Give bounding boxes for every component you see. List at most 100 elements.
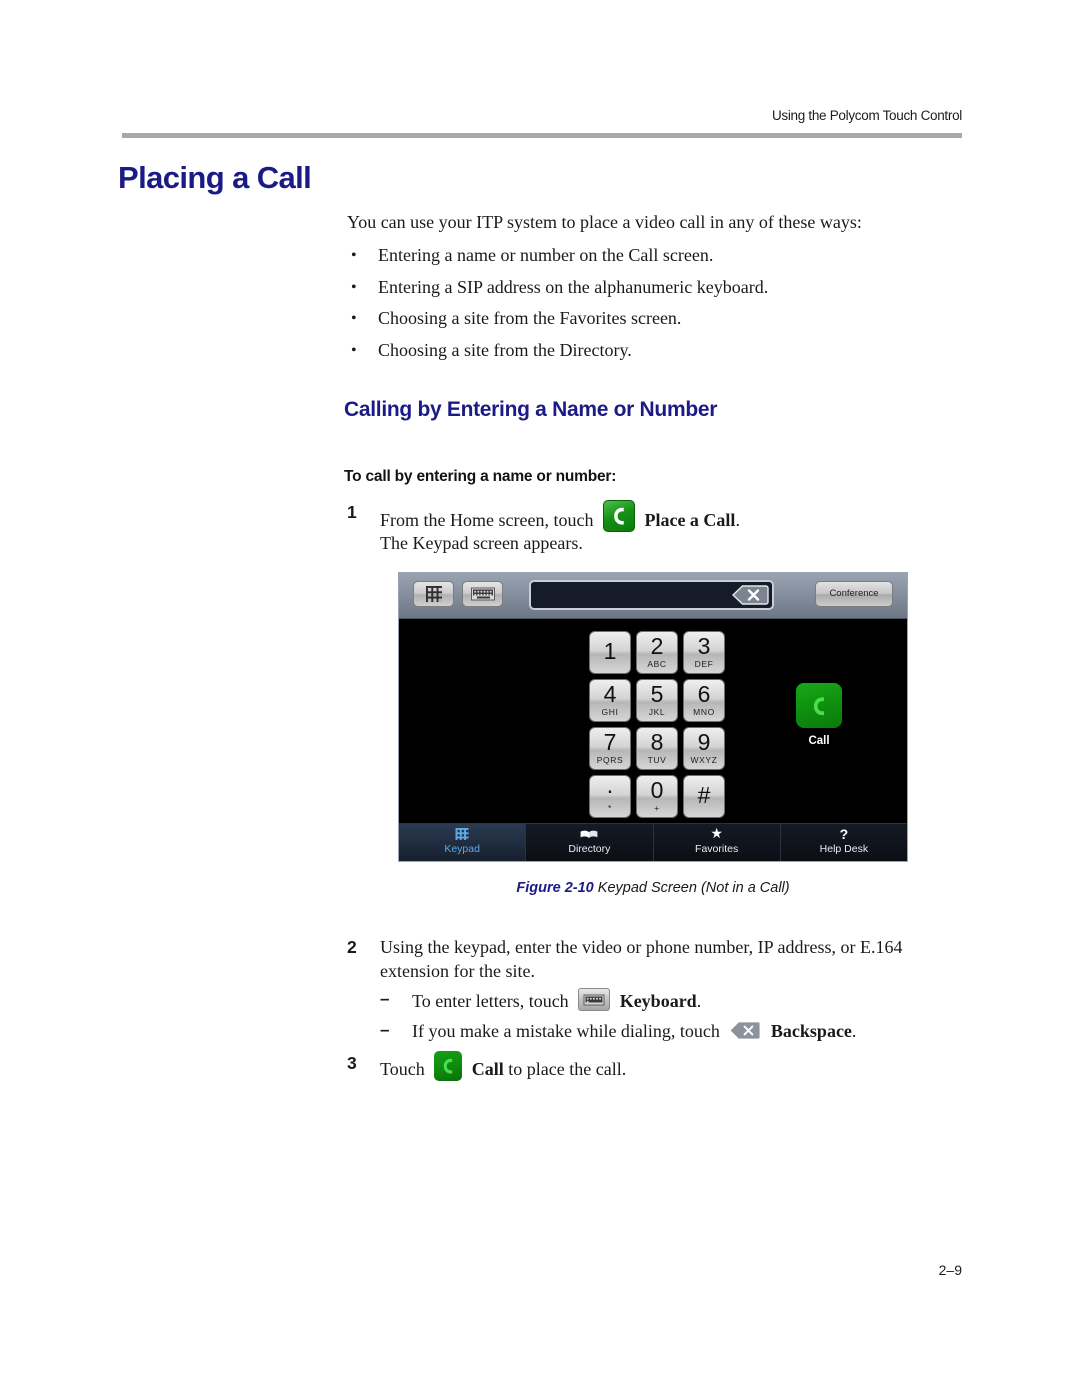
bullet-icon: • [351, 278, 357, 296]
substep-2-text-before: If you make a mistake while dialing, tou… [412, 1021, 720, 1041]
list-item: • Choosing a site from the Favorites scr… [347, 305, 967, 337]
call-button-label: Call [808, 735, 830, 747]
keyboard-glyph [583, 994, 605, 1005]
nav-tab-label: Help Desk [819, 843, 869, 855]
bullet-icon: • [351, 310, 357, 327]
call-methods-list: • Entering a name or number on the Call … [347, 242, 967, 368]
substep-2-icon-label: Backspace [770, 1021, 852, 1041]
step-number: 3 [347, 1053, 357, 1073]
figure-caption: Figure 2-10 Keypad Screen (Not in a Call… [398, 880, 908, 896]
call-icon [434, 1051, 463, 1081]
phone-handset-glyph [443, 1058, 453, 1074]
step-1-result-text: The Keypad screen appears. [380, 533, 583, 553]
substep-2-text-after: . [851, 1021, 857, 1041]
phone-handset-glyph [813, 696, 824, 715]
key-digit: · [606, 777, 614, 803]
substep-1-icon-label: Keyboard [619, 991, 697, 1011]
bullet-icon: • [351, 247, 357, 264]
nav-tab-help-desk[interactable]: ? Help Desk [781, 824, 907, 861]
key-4[interactable]: 4 GHI [589, 679, 631, 722]
keyboard-mode-button[interactable] [462, 581, 503, 607]
nav-icon-wrap: ? [781, 827, 907, 842]
nav-tab-favorites[interactable]: ★ Favorites [654, 824, 781, 861]
dash-marker: – [380, 1020, 390, 1039]
step-3-text-after: to place the call. [508, 1059, 627, 1079]
key-letters: * [608, 803, 612, 813]
keyboard-icon [470, 587, 495, 601]
list-item: • Choosing a site from the Directory. [347, 337, 967, 369]
keypad-row: 7 PQRS 8 TUV 9 WXYZ [589, 727, 725, 770]
figure-number: Figure 2-10 [516, 880, 594, 896]
book-icon [580, 830, 598, 838]
key-letters: TUV [647, 755, 667, 765]
step-1-result: The Keypad screen appears. [380, 531, 1000, 555]
backspace-glyph [729, 1021, 762, 1040]
substep-1-text-after: . [696, 991, 702, 1011]
running-header: Using the Polycom Touch Control [771, 108, 962, 123]
key-9[interactable]: 9 WXYZ [683, 727, 725, 770]
call-action: Call [791, 683, 847, 747]
backspace-button[interactable] [731, 585, 769, 605]
dash-marker: – [380, 989, 390, 1008]
header-rule [122, 133, 962, 138]
key-letters: WXYZ [690, 755, 718, 765]
call-button[interactable] [796, 683, 842, 728]
nav-tab-label: Keypad [444, 843, 480, 855]
step-text: Using the keypad, enter the video or pho… [380, 935, 902, 983]
key-2[interactable]: 2 ABC [636, 631, 678, 674]
keypad-toolbar: Conference [399, 573, 907, 619]
key-star[interactable]: · * [589, 775, 631, 818]
nav-icon-wrap [526, 827, 652, 842]
bottom-navigation-bar: Keypad Directory ★ Favorites ? Help Desk [399, 823, 907, 861]
step-1-text-after: . [735, 510, 740, 530]
key-3[interactable]: 3 DEF [683, 631, 725, 674]
key-digit: 1 [603, 638, 617, 664]
keypad-grid-icon [455, 828, 469, 840]
key-digit: 0 [650, 777, 664, 803]
keypad-row: 1 2 ABC 3 DEF [589, 631, 725, 674]
dial-keypad: 1 2 ABC 3 DEF 4 GHI 5 JKL 6 MNO 7 PQRS 8… [589, 631, 725, 823]
key-digit: 2 [650, 633, 664, 659]
step-2-line-2: extension for the site. [380, 961, 535, 981]
step-1-text-before: From the Home screen, touch [380, 510, 594, 530]
keypad-mode-button[interactable] [413, 581, 454, 607]
substep-1-text-before: To enter letters, touch [412, 991, 569, 1011]
key-7[interactable]: 7 PQRS [589, 727, 631, 770]
list-item-label: Choosing a site from the Directory. [378, 339, 632, 360]
star-icon: ★ [710, 827, 723, 842]
key-digit: # [697, 782, 711, 808]
key-letters: ABC [647, 659, 667, 669]
phone-handset-glyph [614, 507, 624, 525]
key-digit: 7 [603, 729, 617, 755]
key-6[interactable]: 6 MNO [683, 679, 725, 722]
key-letters: GHI [601, 707, 619, 717]
page-title: Placing a Call [118, 160, 312, 195]
step-1-icon-label: Place a Call [644, 510, 736, 530]
key-0[interactable]: 0 + [636, 775, 678, 818]
nav-tab-directory[interactable]: Directory [526, 824, 654, 861]
conference-button[interactable]: Conference [815, 581, 893, 607]
key-1[interactable]: 1 [589, 631, 631, 674]
key-digit: 3 [697, 633, 711, 659]
step-text: Touch Call to place the call. [380, 1051, 626, 1081]
list-item-label: Entering a SIP address on the alphanumer… [378, 276, 769, 297]
nav-tab-keypad[interactable]: Keypad [399, 824, 527, 861]
dial-input-field[interactable] [529, 580, 774, 610]
keypad-row: 4 GHI 5 JKL 6 MNO [589, 679, 725, 722]
keypad-grid-icon [425, 586, 442, 602]
procedure-heading: To call by entering a name or number: [344, 468, 617, 485]
key-digit: 8 [650, 729, 664, 755]
substep-text: To enter letters, touch Keyboard. [412, 988, 701, 1013]
substep-text: If you make a mistake while dialing, tou… [412, 1019, 856, 1043]
key-digit: 4 [603, 681, 617, 707]
step-3-icon-label: Call [471, 1059, 504, 1079]
key-pound[interactable]: # [683, 775, 725, 818]
key-digit: 6 [697, 681, 711, 707]
nav-icon-wrap: ★ [654, 827, 780, 842]
figure-keypad-screen: Conference 1 2 ABC 3 DEF 4 GHI 5 JKL 6 M… [398, 572, 908, 862]
key-5[interactable]: 5 JKL [636, 679, 678, 722]
key-letters: JKL [648, 707, 666, 717]
key-8[interactable]: 8 TUV [636, 727, 678, 770]
question-mark-icon: ? [839, 826, 849, 842]
key-digit: 5 [650, 681, 664, 707]
